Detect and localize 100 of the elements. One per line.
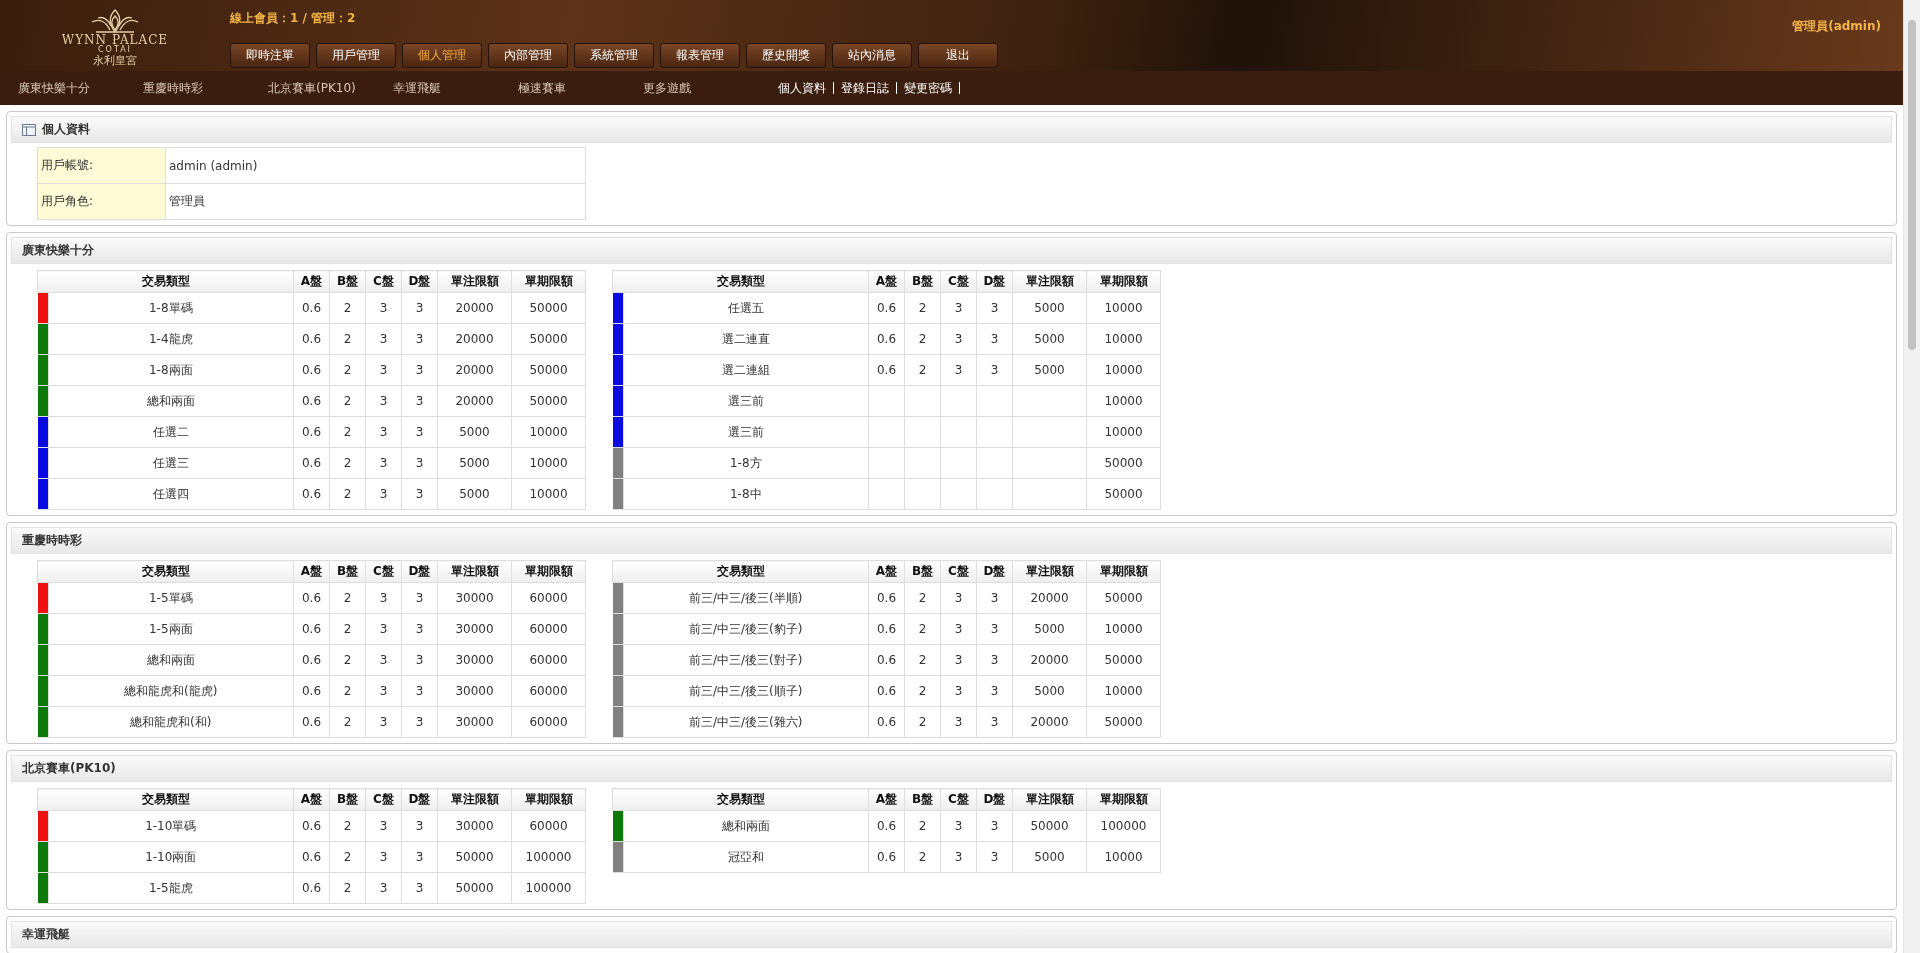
table-cell: 100000 [525, 850, 572, 864]
table-cell: 總和兩面 [146, 393, 195, 408]
column-header: C盤 [365, 788, 402, 811]
table-cell: 3 [990, 819, 999, 833]
nav-tab[interactable]: 歷史開獎 [746, 43, 826, 68]
table-cell: 3 [379, 819, 388, 833]
table-cell: 2 [343, 456, 352, 470]
table-cell: 10000 [1104, 332, 1143, 346]
table-cell: 50000 [455, 850, 494, 864]
table-cell: 3 [990, 684, 999, 698]
table-cell: 60000 [529, 684, 568, 698]
table-cell: 10000 [1104, 684, 1143, 698]
column-header: 交易類型 [612, 270, 869, 293]
panel-icon [22, 123, 36, 136]
nav-tab[interactable]: 系統管理 [574, 43, 654, 68]
table-cell: 1-4龍虎 [148, 331, 193, 346]
user-link[interactable]: 登錄日誌 [834, 82, 897, 94]
nav-tab[interactable]: 用戶管理 [316, 43, 396, 68]
table-cell: 0.6 [876, 622, 897, 636]
table-cell: 2 [343, 881, 352, 895]
column-header: 單注限額 [437, 788, 512, 811]
table-cell: 2 [918, 850, 927, 864]
column-header: C盤 [365, 270, 402, 293]
column-header: A盤 [868, 560, 905, 583]
table-cell: 3 [415, 684, 424, 698]
column-header: A盤 [868, 270, 905, 293]
panel-title: 幸運飛艇 [22, 926, 70, 943]
nav-tab[interactable]: 報表管理 [660, 43, 740, 68]
table-cell: 0.6 [301, 363, 322, 377]
game-link[interactable]: 幸運飛艇 [393, 79, 518, 97]
user-link[interactable]: 個人資料 [778, 82, 834, 94]
column-header: 單期限額 [1086, 270, 1161, 293]
table-cell: 0.6 [301, 850, 322, 864]
table-cell: 1-5龍虎 [148, 880, 193, 895]
table-cell: 0.6 [301, 456, 322, 470]
table-cell: 3 [990, 591, 999, 605]
table-cell: 3 [954, 301, 963, 315]
table-cell: 0.6 [876, 819, 897, 833]
table-cell: 20000 [455, 301, 494, 315]
table-cell: 選二連直 [721, 331, 770, 346]
table-cell: 選二連組 [721, 362, 770, 377]
table-cell: 3 [415, 332, 424, 346]
nav-tab[interactable]: 即時注單 [230, 43, 310, 68]
game-link[interactable]: 重慶時時彩 [143, 79, 268, 97]
logo-subtitle: COTAI [98, 46, 132, 55]
column-header: 單注限額 [1012, 270, 1087, 293]
table-cell: 3 [415, 653, 424, 667]
table-cell: 5000 [459, 487, 490, 501]
table-cell: 50000 [529, 363, 568, 377]
table-cell: 0.6 [876, 591, 897, 605]
column-header: C盤 [940, 560, 977, 583]
online-count: 線上會員：1 / 管理：2 [230, 10, 357, 27]
column-header: 單注限額 [437, 270, 512, 293]
nav-tab[interactable]: 退出 [918, 43, 998, 68]
table-cell: 1-8單碼 [148, 300, 193, 315]
table-cell: 10000 [529, 487, 568, 501]
column-header: C盤 [940, 270, 977, 293]
nav-tab[interactable]: 站內消息 [832, 43, 912, 68]
table-cell: 5000 [1034, 363, 1065, 377]
panel-title: 重慶時時彩 [22, 532, 82, 549]
table-cell: 30000 [455, 715, 494, 729]
column-header: C盤 [365, 560, 402, 583]
table-cell: 50000 [1104, 591, 1143, 605]
table-cell: 3 [415, 881, 424, 895]
field-label: 用戶帳號: [41, 158, 94, 172]
column-header: D盤 [976, 270, 1013, 293]
table-cell: 3 [415, 591, 424, 605]
table-cell: 2 [343, 363, 352, 377]
nav-tab[interactable]: 內部管理 [488, 43, 568, 68]
table-cell: 10000 [529, 456, 568, 470]
table-cell: 2 [343, 487, 352, 501]
table-cell: 50000 [1104, 487, 1143, 501]
column-header: B盤 [329, 788, 366, 811]
game-link[interactable]: 更多遊戲 [643, 79, 768, 97]
table-cell: 任選四 [152, 486, 189, 501]
table-cell: 2 [918, 332, 927, 346]
table-cell: 3 [415, 715, 424, 729]
table-cell: 3 [990, 715, 999, 729]
table-cell: 3 [990, 653, 999, 667]
table-cell: 10000 [1104, 363, 1143, 377]
table-cell: 0.6 [301, 684, 322, 698]
table-cell: 2 [343, 394, 352, 408]
table-cell: 2 [343, 819, 352, 833]
game-link[interactable]: 廣東快樂十分 [18, 79, 143, 97]
table-cell: 50000 [529, 332, 568, 346]
table-cell: 1-5兩面 [148, 621, 193, 636]
table-cell: 3 [415, 622, 424, 636]
user-link[interactable]: 變更密碼 [897, 82, 960, 94]
column-header: B盤 [329, 560, 366, 583]
table-cell: 3 [954, 715, 963, 729]
game-link[interactable]: 北京賽車(PK10) [268, 79, 393, 97]
table-cell: 10000 [1104, 622, 1143, 636]
nav-tab[interactable]: 個人管理 [402, 43, 482, 68]
table-cell: 30000 [455, 622, 494, 636]
scrollbar[interactable] [1903, 0, 1920, 953]
table-cell: 0.6 [876, 715, 897, 729]
game-link[interactable]: 極速賽車 [518, 79, 643, 97]
table-cell: 3 [379, 456, 388, 470]
table-cell: 選三前 [727, 424, 764, 439]
table-cell: 3 [415, 819, 424, 833]
